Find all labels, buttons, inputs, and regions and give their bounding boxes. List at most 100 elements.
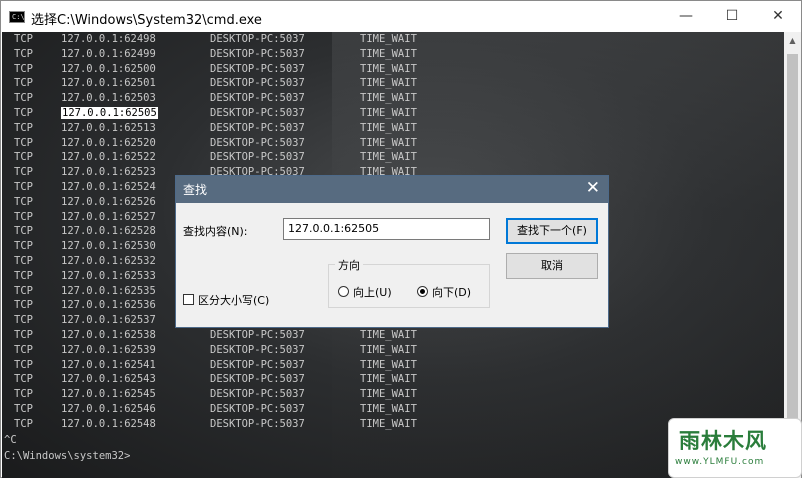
find-next-button[interactable]: 查找下一个(F) — [506, 218, 598, 244]
state-cell: TIME_WAIT — [360, 343, 417, 356]
local-address-cell: 127.0.0.1:62545 — [61, 388, 156, 401]
find-dialog-close-icon[interactable]: ✕ — [586, 178, 600, 198]
window-title: 选择C:\Windows\System32\cmd.exe — [31, 13, 262, 28]
protocol-cell: TCP — [14, 92, 33, 105]
maximize-button[interactable]: ☐ — [709, 1, 755, 32]
protocol-cell: TCP — [14, 299, 33, 312]
local-address-cell: 127.0.0.1:62538 — [61, 328, 156, 341]
cmd-icon: C:\ — [9, 11, 25, 23]
local-address-cell: 127.0.0.1:62500 — [61, 62, 156, 75]
local-address-cell: 127.0.0.1:62533 — [61, 269, 156, 282]
state-cell: TIME_WAIT — [360, 328, 417, 341]
state-cell: TIME_WAIT — [360, 33, 417, 45]
protocol-cell: TCP — [14, 343, 33, 356]
protocol-cell: TCP — [14, 402, 33, 415]
cancel-button[interactable]: 取消 — [506, 253, 598, 279]
direction-down-label[interactable]: 向下(D) — [432, 284, 471, 300]
find-dialog: 查找 ✕ 查找内容(N): 127.0.0.1:62505 查找下一个(F) 取… — [175, 175, 609, 328]
state-cell: TIME_WAIT — [360, 388, 417, 401]
protocol-cell: TCP — [14, 269, 33, 282]
protocol-cell: TCP — [14, 62, 33, 75]
foreign-address-cell: DESKTOP-PC:5037 — [210, 343, 305, 356]
watermark-logo-text: 雨林木风 — [679, 429, 767, 453]
state-cell: TIME_WAIT — [360, 47, 417, 60]
local-address-cell: 127.0.0.1:62513 — [61, 121, 156, 134]
protocol-cell: TCP — [14, 195, 33, 208]
local-address-cell: 127.0.0.1:62548 — [61, 417, 156, 430]
local-address-cell: 127.0.0.1:62528 — [61, 225, 156, 238]
foreign-address-cell: DESKTOP-PC:5037 — [210, 373, 305, 386]
minimize-button[interactable]: — — [663, 1, 709, 32]
watermark-url: www.YLMFU.com — [675, 457, 765, 467]
match-case-checkbox[interactable] — [183, 294, 194, 305]
local-address-cell: 127.0.0.1:62499 — [61, 47, 156, 60]
direction-up-radio[interactable] — [338, 286, 349, 297]
local-address-cell: 127.0.0.1:62526 — [61, 195, 156, 208]
local-address-cell: 127.0.0.1:62535 — [61, 284, 156, 297]
state-cell: TIME_WAIT — [360, 373, 417, 386]
protocol-cell: TCP — [14, 180, 33, 193]
foreign-address-cell: DESKTOP-PC:5037 — [210, 417, 305, 430]
protocol-cell: TCP — [14, 210, 33, 223]
protocol-cell: TCP — [14, 106, 33, 119]
local-address-cell: 127.0.0.1:62530 — [61, 240, 156, 253]
state-cell: TIME_WAIT — [360, 77, 417, 90]
protocol-cell: TCP — [14, 314, 33, 327]
local-address-cell: 127.0.0.1:62522 — [61, 151, 156, 164]
state-cell: TIME_WAIT — [360, 92, 417, 105]
state-cell: TIME_WAIT — [360, 106, 417, 119]
state-cell: TIME_WAIT — [360, 417, 417, 430]
protocol-cell: TCP — [14, 77, 33, 90]
find-dialog-title: 查找 — [183, 183, 208, 197]
scroll-up-arrow-icon[interactable]: ▲ — [784, 32, 801, 49]
local-address-cell: 127.0.0.1:62536 — [61, 299, 156, 312]
foreign-address-cell: DESKTOP-PC:5037 — [210, 402, 305, 415]
foreign-address-cell: DESKTOP-PC:5037 — [210, 358, 305, 371]
protocol-cell: TCP — [14, 151, 33, 164]
selected-text: 127.0.0.1:62505 — [61, 106, 158, 119]
foreign-address-cell: DESKTOP-PC:5037 — [210, 33, 305, 45]
local-address-cell: 127.0.0.1:62520 — [61, 136, 156, 149]
local-address-cell: 127.0.0.1:62546 — [61, 402, 156, 415]
protocol-cell: TCP — [14, 225, 33, 238]
protocol-cell: TCP — [14, 47, 33, 60]
protocol-cell: TCP — [14, 358, 33, 371]
protocol-cell: TCP — [14, 254, 33, 267]
state-cell: TIME_WAIT — [360, 121, 417, 134]
protocol-cell: TCP — [14, 166, 33, 179]
foreign-address-cell: DESKTOP-PC:5037 — [210, 92, 305, 105]
foreign-address-cell: DESKTOP-PC:5037 — [210, 106, 305, 119]
direction-down-radio[interactable] — [417, 286, 428, 297]
find-what-input[interactable]: 127.0.0.1:62505 — [283, 218, 490, 240]
local-address-cell: 127.0.0.1:62524 — [61, 180, 156, 193]
foreign-address-cell: DESKTOP-PC:5037 — [210, 151, 305, 164]
local-address-cell: 127.0.0.1:62532 — [61, 254, 156, 267]
local-address-cell: 127.0.0.1:62537 — [61, 314, 156, 327]
local-address-cell: 127.0.0.1:62503 — [61, 92, 156, 105]
direction-up-label[interactable]: 向上(U) — [353, 284, 392, 300]
protocol-cell: TCP — [14, 328, 33, 341]
foreign-address-cell: DESKTOP-PC:5037 — [210, 328, 305, 341]
ctrl-c-line: ^C — [4, 434, 17, 446]
site-watermark: 雨林木风 www.YLMFU.com — [668, 418, 802, 478]
state-cell: TIME_WAIT — [360, 62, 417, 75]
protocol-cell: TCP — [14, 417, 33, 430]
command-prompt[interactable]: C:\Windows\system32> — [4, 450, 130, 462]
vertical-scrollbar[interactable]: ▲ ▼ — [784, 32, 801, 478]
foreign-address-cell: DESKTOP-PC:5037 — [210, 121, 305, 134]
state-cell: TIME_WAIT — [360, 402, 417, 415]
local-address-cell: 127.0.0.1:62498 — [61, 33, 156, 45]
local-address-cell: 127.0.0.1:62543 — [61, 373, 156, 386]
find-dialog-title-bar[interactable]: 查找 ✕ — [176, 176, 608, 203]
close-button[interactable]: ✕ — [755, 1, 801, 32]
state-cell: TIME_WAIT — [360, 151, 417, 164]
direction-legend: 方向 — [335, 257, 363, 273]
foreign-address-cell: DESKTOP-PC:5037 — [210, 388, 305, 401]
foreign-address-cell: DESKTOP-PC:5037 — [210, 47, 305, 60]
match-case-label[interactable]: 区分大小写(C) — [198, 292, 269, 308]
foreign-address-cell: DESKTOP-PC:5037 — [210, 77, 305, 90]
local-address-cell: 127.0.0.1:62527 — [61, 210, 156, 223]
protocol-cell: TCP — [14, 136, 33, 149]
title-bar[interactable]: C:\ 选择C:\Windows\System32\cmd.exe — ☐ ✕ — [1, 1, 801, 32]
scroll-thumb[interactable] — [787, 54, 798, 434]
